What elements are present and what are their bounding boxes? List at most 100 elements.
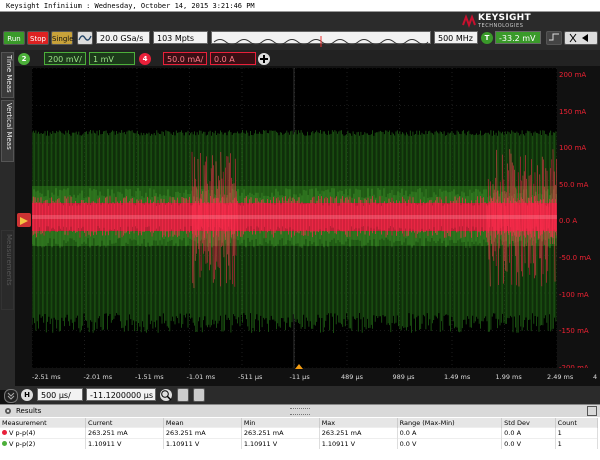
x-tick-label: -511 µs bbox=[238, 373, 263, 381]
help-button[interactable] bbox=[564, 31, 598, 45]
time-ref-button[interactable] bbox=[193, 388, 205, 402]
results-title: Results bbox=[16, 407, 42, 415]
results-header: Results bbox=[0, 405, 600, 417]
results-column-header[interactable]: Max bbox=[319, 418, 398, 428]
x-tick-label: -2.51 ms bbox=[32, 373, 61, 381]
tab-label: Measurements bbox=[5, 234, 13, 286]
results-column-header[interactable]: Count bbox=[555, 418, 599, 428]
results-column-header[interactable]: Measurement bbox=[0, 418, 87, 428]
y-tick-label: 100 mA bbox=[559, 144, 587, 153]
zoom-button[interactable] bbox=[160, 389, 172, 401]
cell-current: 263.251 mA bbox=[85, 427, 164, 439]
add-channel-button[interactable] bbox=[258, 53, 270, 65]
brand-sub: TECHNOLOGIES bbox=[478, 23, 524, 29]
measurement-name: V p-p(4) bbox=[0, 427, 87, 439]
x-axis-end-label: 4 bbox=[593, 373, 598, 381]
timebase-position[interactable]: -11.1200000 µs bbox=[86, 388, 156, 401]
results-column-header[interactable]: Range (Max-Min) bbox=[397, 418, 503, 428]
window-title: Keysight Infiniium : Wednesday, October … bbox=[0, 0, 600, 12]
run-button[interactable]: Run bbox=[3, 31, 25, 45]
y-tick-label: 150 mA bbox=[559, 107, 587, 116]
channel-4-scale[interactable]: 50.0 mA/ bbox=[163, 52, 207, 65]
waveform-display[interactable] bbox=[32, 68, 557, 368]
channel-4-ground-marker[interactable] bbox=[17, 213, 31, 227]
y-tick-label: 0.0 A bbox=[559, 217, 578, 226]
trigger-point-marker[interactable] bbox=[295, 364, 303, 369]
x-tick-label: -2.01 ms bbox=[83, 373, 113, 381]
plus-icon bbox=[260, 55, 268, 63]
sample-rate-field[interactable]: 20.0 GSa/s bbox=[96, 31, 150, 44]
timebase-scale[interactable]: 500 µs/ bbox=[37, 388, 83, 401]
channel-4-chip[interactable]: 4 bbox=[139, 53, 151, 65]
double-chevron-icon bbox=[7, 392, 15, 400]
autoscale-button[interactable] bbox=[77, 31, 93, 45]
x-tick-label: -1.51 ms bbox=[135, 373, 164, 381]
results-column-header[interactable]: Mean bbox=[163, 418, 242, 428]
x-tick-label: 1.99 ms bbox=[495, 373, 522, 381]
y-tick-label: -150 mA bbox=[559, 327, 589, 336]
resize-grip-icon[interactable] bbox=[290, 408, 310, 415]
maximize-icon[interactable] bbox=[587, 406, 597, 416]
channel-color-icon bbox=[2, 441, 7, 446]
x-tick-label: 489 µs bbox=[341, 373, 363, 381]
cell-range: 0.0 V bbox=[397, 438, 503, 449]
cell-current: 1.10911 V bbox=[85, 438, 164, 449]
side-tabs: Time Meas Vertical Meas Measurements bbox=[0, 50, 15, 390]
channel-4-offset[interactable]: 0.0 A bbox=[210, 52, 256, 65]
table-row[interactable]: V p-p(2) 1.10911 V 1.10911 V 1.10911 V 1.109… bbox=[0, 438, 599, 449]
cell-min: 1.10911 V bbox=[241, 438, 320, 449]
memory-depth-field[interactable]: 103 Mpts bbox=[153, 31, 208, 44]
measurement-name: V p-p(2) bbox=[0, 438, 87, 449]
trigger-slope-button[interactable] bbox=[546, 31, 562, 45]
help-arrow-icon bbox=[569, 33, 588, 43]
cell-std: 0.0 A bbox=[501, 427, 556, 439]
results-table: Measurement Current Mean Min Max Range (Max-M… bbox=[0, 418, 599, 449]
waveform-svg bbox=[32, 68, 557, 368]
cell-count: 1 bbox=[555, 427, 599, 439]
results-column-header[interactable]: Current bbox=[85, 418, 164, 428]
trigger-level-field[interactable]: -33.2 mV bbox=[495, 31, 541, 44]
y-tick-label: 200 mA bbox=[559, 71, 587, 79]
keysight-wave-icon bbox=[462, 14, 476, 28]
bandwidth-field[interactable]: 500 MHz bbox=[434, 31, 478, 44]
trigger-chip[interactable]: T bbox=[481, 32, 493, 44]
cell-std: 0.0 V bbox=[501, 438, 556, 449]
x-tick-label: -1.01 ms bbox=[186, 373, 216, 381]
tab-time-meas[interactable]: Time Meas bbox=[1, 52, 14, 98]
autoscale-wave-icon bbox=[78, 35, 92, 41]
results-column-header[interactable]: Std Dev bbox=[501, 418, 556, 428]
gear-icon[interactable] bbox=[3, 406, 13, 416]
zoom-icon bbox=[161, 390, 172, 401]
cell-range: 0.0 A bbox=[397, 427, 503, 439]
brand-name: KEYSIGHT bbox=[478, 13, 531, 23]
channel-2-offset[interactable]: 1 mV bbox=[89, 52, 135, 65]
collapse-results-button[interactable] bbox=[4, 389, 18, 403]
cell-count: 1 bbox=[555, 438, 599, 449]
cell-max: 263.251 mA bbox=[319, 427, 398, 439]
tab-vertical-meas[interactable]: Vertical Meas bbox=[1, 100, 14, 162]
trigger-timeline[interactable] bbox=[211, 31, 431, 47]
channel-2-scale[interactable]: 200 mV/ bbox=[44, 52, 86, 65]
horizontal-chip[interactable]: H bbox=[21, 389, 33, 401]
x-tick-label: 1.49 ms bbox=[444, 373, 471, 381]
channel-2-chip[interactable]: 2 bbox=[18, 53, 30, 65]
rising-edge-icon bbox=[549, 33, 559, 41]
cell-min: 263.251 mA bbox=[241, 427, 320, 439]
cell-mean: 1.10911 V bbox=[163, 438, 242, 449]
table-row[interactable]: V p-p(4) 263.251 mA 263.251 mA 263.251 mA 26… bbox=[0, 427, 599, 439]
right-y-axis: 200 mA 150 mA 100 mA 50.0 mA 0.0 A -50.0 mA -1… bbox=[557, 68, 600, 372]
single-button[interactable]: Single bbox=[51, 31, 74, 45]
results-column-header[interactable]: Min bbox=[241, 418, 320, 428]
acquisition-mode-button[interactable] bbox=[177, 388, 189, 402]
keysight-logo: KEYSIGHT TECHNOLOGIES bbox=[462, 13, 552, 29]
stop-button[interactable]: Stop bbox=[27, 31, 49, 45]
channel-color-icon bbox=[2, 430, 7, 435]
x-axis: -2.51 ms -2.01 ms -1.51 ms -1.01 ms -511 µs -… bbox=[15, 364, 600, 384]
x-tick-label: 2.49 ms bbox=[547, 373, 574, 381]
tab-measurements[interactable]: Measurements bbox=[1, 230, 14, 310]
tab-label: Time Meas bbox=[5, 55, 13, 93]
y-tick-label: -100 mA bbox=[559, 290, 589, 299]
cell-mean: 263.251 mA bbox=[163, 427, 242, 439]
cell-max: 1.10911 V bbox=[319, 438, 398, 449]
results-panel: Results Measurement Current Mean Min Max Rang… bbox=[0, 404, 600, 460]
